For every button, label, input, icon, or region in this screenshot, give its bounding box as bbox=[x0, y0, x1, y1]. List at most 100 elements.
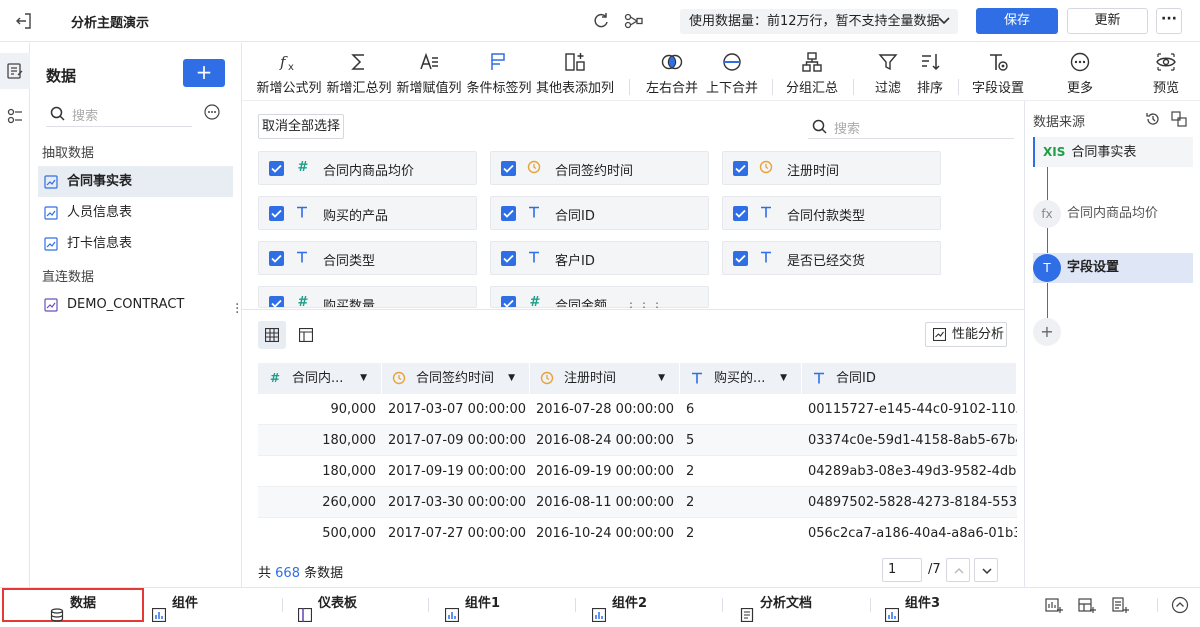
step-field-settings[interactable]: T 字段设置 bbox=[1033, 253, 1193, 283]
data-list-panel: 数据 + 搜索 抽取数据 合同事实表 人员信息表 打卡信息表 直连数据 DEMO… bbox=[30, 43, 242, 587]
tool-add-formula-column[interactable]: fx 新增公式列 bbox=[256, 43, 322, 101]
field-card[interactable]: 购买的产品 bbox=[258, 196, 477, 230]
column-header[interactable]: 合同ID bbox=[802, 363, 1017, 394]
tool-add-column-from-table[interactable]: 其他表添加列 bbox=[536, 43, 614, 101]
step-formula-column[interactable]: fx 合同内商品均价 bbox=[1033, 199, 1193, 229]
table-item-demo-contract[interactable]: DEMO_CONTRACT bbox=[38, 289, 233, 320]
add-component-icon[interactable] bbox=[1045, 596, 1063, 614]
field-settings-icon: T bbox=[1033, 254, 1061, 282]
bottom-tab-label: 组件 bbox=[172, 596, 199, 611]
rail-fields-icon[interactable] bbox=[6, 107, 24, 125]
performance-analysis-button[interactable]: 性能分析 bbox=[925, 322, 1007, 347]
field-checkbox[interactable] bbox=[269, 161, 284, 176]
table-row[interactable]: 90,000 2017-03-07 00:00:00 2016-07-28 00:0… bbox=[258, 394, 1017, 425]
bottom-tab[interactable]: 分析文档 bbox=[740, 588, 840, 622]
tool-label: 条件标签列 bbox=[466, 81, 532, 96]
caret-down-icon[interactable]: ▼ bbox=[360, 363, 367, 394]
table-item-contract[interactable]: 合同事实表 bbox=[38, 166, 233, 197]
tool-field-settings[interactable]: 字段设置 bbox=[964, 43, 1032, 101]
field-card[interactable]: 合同签约时间 bbox=[490, 151, 709, 185]
field-checkbox[interactable] bbox=[733, 251, 748, 266]
caret-down-icon[interactable]: ▼ bbox=[508, 363, 515, 394]
field-checkbox[interactable] bbox=[733, 206, 748, 221]
exit-icon[interactable] bbox=[14, 11, 34, 31]
field-checkbox[interactable] bbox=[501, 161, 516, 176]
page-number-input[interactable]: 1 bbox=[882, 558, 922, 582]
data-usage-select[interactable]: 使用数据量：前12万行，暂不支持全量数据 bbox=[680, 9, 958, 34]
field-checkbox[interactable] bbox=[269, 206, 284, 221]
table-cell: 90,000 bbox=[330, 402, 377, 417]
save-button[interactable]: 保存 bbox=[976, 8, 1058, 34]
grid-view-button[interactable] bbox=[258, 321, 286, 349]
field-card[interactable]: 合同付款类型 bbox=[722, 196, 941, 230]
more-menu-button[interactable]: ··· bbox=[1156, 8, 1182, 34]
table-icon bbox=[44, 298, 58, 312]
lineage-icon[interactable] bbox=[624, 11, 644, 31]
field-card[interactable]: 合同类型 bbox=[258, 241, 477, 275]
field-checkbox[interactable] bbox=[501, 251, 516, 266]
layout-view-button[interactable] bbox=[292, 321, 320, 349]
bottom-tab[interactable]: 仪表板 bbox=[298, 588, 398, 622]
bottom-tab[interactable]: 组件2 bbox=[592, 588, 692, 622]
bottom-tab[interactable]: 组件 bbox=[152, 588, 252, 622]
table-item-attendance[interactable]: 打卡信息表 bbox=[38, 228, 233, 259]
field-card[interactable]: 注册时间 bbox=[722, 151, 941, 185]
caret-down-icon[interactable]: ▼ bbox=[780, 363, 787, 394]
add-dashboard-icon[interactable] bbox=[1078, 596, 1096, 614]
prev-page-button[interactable] bbox=[946, 558, 970, 582]
table-cell: 260,000 bbox=[322, 495, 376, 510]
table-row[interactable]: 180,000 2017-09-19 00:00:00 2016-09-19 00:… bbox=[258, 456, 1017, 487]
bottom-tab[interactable]: 数据 bbox=[2, 588, 144, 622]
more-options-icon[interactable] bbox=[204, 104, 220, 120]
table-row[interactable]: 500,000 2017-07-27 00:00:00 2016-10-24 00:… bbox=[258, 518, 1017, 547]
refresh-icon[interactable] bbox=[591, 11, 611, 31]
field-card[interactable]: # 合同内商品均价 bbox=[258, 151, 477, 185]
tool-add-summary-column[interactable]: 新增汇总列 bbox=[326, 43, 392, 101]
add-document-icon[interactable] bbox=[1111, 596, 1129, 614]
field-card[interactable]: # 合同金额 bbox=[490, 286, 709, 308]
panel-resize-handle[interactable]: · · · bbox=[235, 298, 239, 320]
table-item-staff[interactable]: 人员信息表 bbox=[38, 197, 233, 228]
column-header[interactable]: 注册时间 ▼ bbox=[530, 363, 680, 394]
collapse-up-icon[interactable] bbox=[1171, 596, 1189, 614]
tool-left-right-merge[interactable]: 左右合并 bbox=[642, 43, 702, 101]
field-card[interactable]: # 购买数量 bbox=[258, 286, 477, 308]
next-page-button[interactable] bbox=[974, 558, 998, 582]
add-step-button[interactable]: + bbox=[1033, 317, 1063, 347]
tool-preview[interactable]: 预览 bbox=[1144, 43, 1188, 101]
field-checkbox[interactable] bbox=[501, 296, 516, 307]
field-label: 合同类型 bbox=[323, 254, 376, 269]
clock-icon bbox=[527, 160, 543, 176]
column-header[interactable]: # 合同内... ▼ bbox=[258, 363, 382, 394]
field-search-input[interactable]: 搜索 bbox=[808, 113, 1014, 139]
update-button[interactable]: 更新 bbox=[1067, 8, 1148, 34]
field-checkbox[interactable] bbox=[269, 296, 284, 307]
rail-data-button[interactable] bbox=[0, 53, 30, 89]
cancel-all-selection-button[interactable]: 取消全部选择 bbox=[258, 114, 344, 139]
field-card[interactable]: 是否已经交货 bbox=[722, 241, 941, 275]
field-checkbox[interactable] bbox=[501, 206, 516, 221]
caret-down-icon[interactable]: ▼ bbox=[658, 363, 665, 394]
column-header[interactable]: 合同签约时间 ▼ bbox=[382, 363, 530, 394]
table-row[interactable]: 260,000 2017-03-30 00:00:00 2016-08-11 00:… bbox=[258, 487, 1017, 518]
field-card[interactable]: 客户ID bbox=[490, 241, 709, 275]
bottom-tab[interactable]: 组件3 bbox=[885, 588, 985, 622]
tool-filter[interactable]: 过滤 bbox=[868, 43, 908, 101]
table-search-input[interactable]: 搜索 bbox=[46, 101, 192, 127]
tool-conditional-tag-column[interactable]: 条件标签列 bbox=[466, 43, 532, 101]
tool-add-assign-column[interactable]: 新增赋值列 bbox=[396, 43, 462, 101]
add-data-button[interactable]: + bbox=[183, 59, 225, 87]
tool-more[interactable]: 更多 bbox=[1058, 43, 1102, 101]
column-header[interactable]: 购买的... ▼ bbox=[680, 363, 802, 394]
tool-group-summary[interactable]: 分组汇总 bbox=[782, 43, 842, 101]
tool-sort[interactable]: 排序 bbox=[910, 43, 950, 101]
source-table-step[interactable]: XIS 合同事实表 bbox=[1033, 137, 1193, 167]
field-card[interactable]: 合同ID bbox=[490, 196, 709, 230]
tool-up-down-merge[interactable]: 上下合并 bbox=[702, 43, 762, 101]
bottom-tab[interactable]: 组件1 bbox=[445, 588, 545, 622]
copy-icon[interactable] bbox=[1171, 111, 1187, 127]
field-checkbox[interactable] bbox=[733, 161, 748, 176]
history-icon[interactable] bbox=[1145, 111, 1161, 127]
table-row[interactable]: 180,000 2017-07-09 00:00:00 2016-08-24 00:… bbox=[258, 425, 1017, 456]
field-checkbox[interactable] bbox=[269, 251, 284, 266]
